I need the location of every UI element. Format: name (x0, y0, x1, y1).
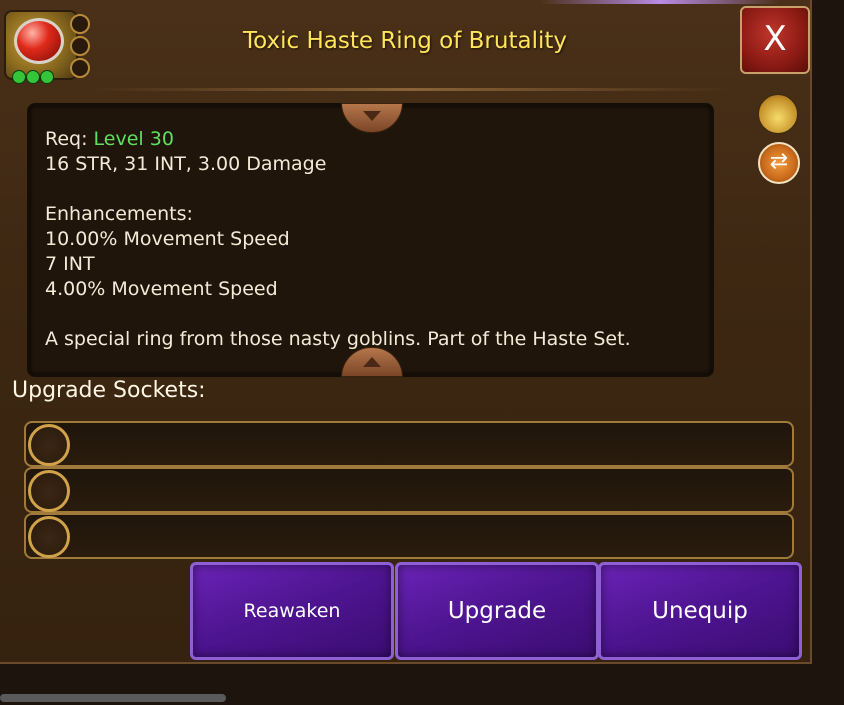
item-title: Toxic Haste Ring of Brutality (243, 28, 567, 54)
socket-slot-2[interactable] (24, 467, 794, 513)
item-panel: Toxic Haste Ring of Brutality X Req: Lev… (0, 0, 812, 664)
enhancement-line: 10.00% Movement Speed (45, 228, 290, 250)
enhancements-label: Enhancements: (45, 203, 193, 225)
requirement-line: Req: Level 30 (45, 127, 696, 152)
ring-item-icon[interactable] (4, 10, 90, 84)
rarity-dot-icon (40, 70, 54, 84)
enhancement-line: 4.00% Movement Speed (45, 278, 278, 300)
rarity-dot-icon (26, 70, 40, 84)
socket-slot-icon (70, 36, 90, 56)
socket-slot-3[interactable] (24, 513, 794, 559)
item-description-box[interactable]: Req: Level 30 16 STR, 31 INT, 3.00 Damag… (27, 103, 714, 377)
level-requirement: Level 30 (93, 128, 174, 150)
reawaken-button[interactable]: Reawaken (190, 562, 394, 660)
empty-socket-icon (28, 516, 70, 558)
upgrade-button[interactable]: Upgrade (395, 562, 599, 660)
req-label: Req: (45, 128, 94, 150)
empty-socket-icon (28, 470, 70, 512)
close-button[interactable]: X (740, 6, 810, 74)
rarity-dot-icon (12, 70, 26, 84)
triangle-up-icon (363, 357, 381, 367)
upgrade-sockets-label: Upgrade Sockets: (12, 378, 206, 403)
enhancement-line: 7 INT (45, 253, 95, 275)
empty-socket-icon (28, 424, 70, 466)
stats-line: 16 STR, 31 INT, 3.00 Damage (45, 153, 327, 175)
red-gem-icon (14, 18, 64, 64)
top-glow (540, 0, 780, 4)
description-text: Req: Level 30 16 STR, 31 INT, 3.00 Damag… (45, 127, 696, 352)
socket-slot-icon (70, 14, 90, 34)
unequip-button[interactable]: Unequip (598, 562, 802, 660)
triangle-down-icon (363, 111, 381, 121)
divider (90, 88, 730, 91)
swap-icon[interactable]: ⇄ (758, 142, 800, 184)
socket-slot-1[interactable] (24, 421, 794, 467)
scrollbar[interactable] (0, 694, 226, 702)
coin-bag-icon[interactable] (758, 94, 798, 134)
socket-slot-icon (70, 58, 90, 78)
